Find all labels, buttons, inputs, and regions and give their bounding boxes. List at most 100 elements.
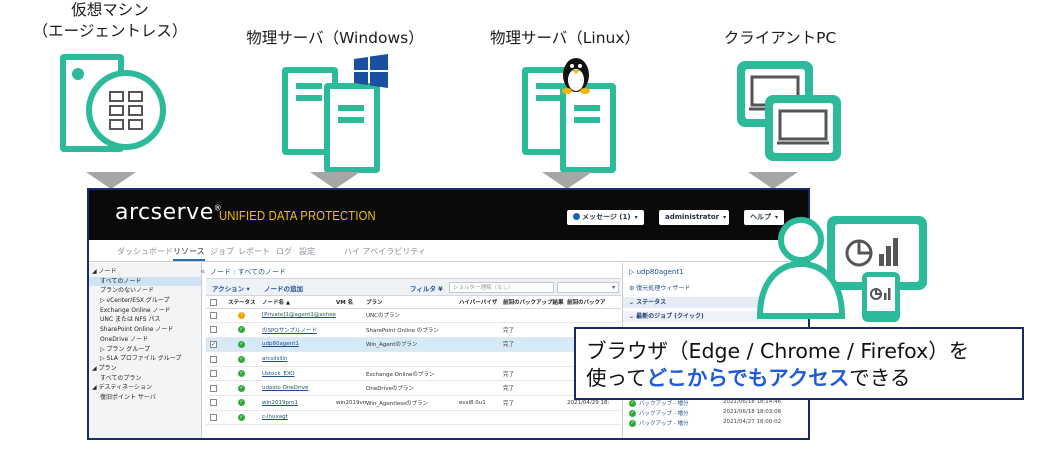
tree-item-unc-nfs[interactable]: UNC または NFS パス [89, 315, 201, 325]
collapse-icon[interactable]: « [200, 267, 206, 277]
node-link[interactable]: udp80agent1 [262, 341, 299, 347]
cell-vm-name [336, 322, 366, 338]
tab-reports[interactable]: レポート [238, 246, 270, 257]
console-header: arcserve® UNIFIED DATA PROTECTION メッセージ … [89, 190, 808, 240]
tree-item-exchange-online[interactable]: Exchange Online ノード [89, 306, 201, 316]
table-row[interactable]: ✓ ✓ udp80agent1 Win_Agentのプラン 完了 [206, 337, 621, 353]
cell-last-result: 完了 [503, 322, 567, 338]
cell-node-name[interactable]: [Private]1@agent1@ashee [262, 308, 336, 324]
cell-status: ✓ [228, 322, 262, 338]
tree-item-rps[interactable]: 復旧ポイント サーバ [89, 393, 201, 403]
tab-dashboard[interactable]: ダッシュボード [117, 246, 173, 257]
table-row[interactable]: ✓ Ustock_EXO Exchange Onlineのプラン 完了 [206, 366, 621, 382]
status-ok-icon: ✓ [629, 400, 636, 407]
tab-jobs[interactable]: ジョブ [210, 246, 234, 257]
tab-high-availability[interactable]: ハイ アベイラビリティ [344, 246, 426, 257]
node-link[interactable]: arcsilsilin [262, 356, 287, 362]
node-link[interactable]: のSPOサンプルノード [262, 328, 317, 334]
node-link[interactable]: [Private]1@agent1@ashee [262, 312, 336, 318]
row-checkbox[interactable] [210, 384, 217, 392]
cell-node-name[interactable]: c-inuxagt [262, 410, 336, 426]
column-header-hypervisor[interactable]: ハイパーバイザ [459, 297, 503, 309]
cell-vm-name [336, 410, 366, 426]
cell-node-name[interactable]: udosto OneDrive [262, 380, 336, 397]
recent-job-item[interactable]: ✓ バックアップ - 増分 [629, 399, 688, 407]
table-row[interactable]: ✓ arcsilsilin [206, 351, 621, 367]
table-row[interactable]: ✓ c-inuxagt [206, 410, 621, 426]
tree-item-vcenter-group[interactable]: ▷ vCenter/ESX グループ [89, 296, 201, 306]
table-row[interactable]: ! [Private]1@agent1@ashee UNCのプラン [206, 308, 621, 324]
table-row[interactable]: ✓ win2019pro1 win2019vm1Win_Agentlessのプランe… [206, 395, 621, 411]
cell-last-result: 完了 [503, 395, 567, 411]
column-header-vm-name[interactable]: VM 名 [336, 297, 366, 309]
tree-item-onedrive[interactable]: OneDrive ノード [89, 335, 201, 345]
row-checkbox[interactable] [210, 326, 217, 334]
table-row[interactable]: ✓ udosto OneDrive OneDriveのプラン 完了 [206, 380, 621, 397]
cell-checkbox[interactable] [206, 366, 228, 382]
cell-checkbox[interactable] [206, 351, 228, 367]
node-link[interactable]: Ustock_EXO [262, 371, 295, 377]
callout-line-2: 使ってどこからでもアクセスできる [586, 366, 911, 390]
column-header-status[interactable]: ステータス [228, 297, 262, 309]
row-checkbox[interactable] [210, 399, 217, 407]
cell-checkbox[interactable] [206, 410, 228, 426]
cell-checkbox[interactable] [206, 308, 228, 324]
cell-checkbox[interactable] [206, 322, 228, 338]
down-arrow-4 [748, 172, 798, 189]
column-header-node-name[interactable]: ノード名 ▲ [262, 297, 336, 309]
cell-node-name[interactable]: のSPOサンプルノード [262, 322, 336, 338]
tree-item-all-nodes[interactable]: すべてのノード [89, 276, 201, 287]
user-menu-button[interactable]: administrator ▾ [659, 210, 729, 225]
status-ok-icon: ✓ [238, 399, 245, 407]
add-node-button[interactable]: ノードの追加 [264, 283, 303, 293]
column-header-checkbox[interactable] [206, 297, 228, 309]
cell-plan: UNCのプラン [366, 308, 459, 324]
tab-resources[interactable]: リソース [173, 246, 205, 261]
tree-item-sla-group[interactable]: ▷ SLA プロファイル グループ [89, 354, 201, 364]
node-link[interactable]: c-inuxagt [262, 414, 288, 420]
device-linux-server: 物理サーバ（Linux） [465, 28, 665, 173]
node-link[interactable]: udosto OneDrive [262, 385, 308, 391]
cell-checkbox[interactable]: ✓ [206, 337, 228, 353]
cell-plan: SharePoint Online のプラン [366, 322, 459, 338]
messages-button[interactable]: メッセージ (1) ▾ [567, 210, 644, 225]
column-header-last-backup[interactable]: 前回のバックア [567, 297, 621, 309]
cell-node-name[interactable]: win2019pro1 [262, 395, 336, 411]
resource-tree: ◢ ノード すべてのノード プランのないノード ▷ vCenter/ESX グル… [89, 263, 202, 438]
cell-checkbox[interactable] [206, 380, 228, 397]
tree-item-destinations[interactable]: ◢ デスティネーション [89, 383, 201, 393]
main-nav-tabs: ダッシュボード リソース ジョブ レポート ログ 設定 ハイ アベイラビリティ [89, 240, 808, 262]
row-checkbox[interactable] [210, 355, 217, 363]
cell-vm-name [336, 351, 366, 367]
recent-job-item[interactable]: ✓ バックアップ - 増分 [629, 409, 688, 417]
tree-item-plan-group[interactable]: ▷ プラン グループ [89, 345, 201, 355]
browser-access-callout: ブラウザ（Edge / Chrome / Firefox）を 使ってどこからでも… [574, 327, 1024, 400]
action-menu[interactable]: アクション ▾ [212, 283, 250, 293]
row-checkbox[interactable]: ✓ [210, 340, 217, 348]
tab-logs[interactable]: ログ [276, 246, 292, 257]
row-checkbox[interactable] [210, 370, 217, 378]
recent-job-item[interactable]: ✓ バックアップ - 増分 [629, 419, 688, 427]
cell-node-name[interactable]: Ustock_EXO [262, 366, 336, 382]
row-checkbox[interactable] [210, 413, 217, 421]
restore-wizard-link[interactable]: ⚙ 復元処理ウィザード [629, 283, 690, 292]
column-header-plan[interactable]: プラン [366, 297, 459, 309]
filter-button[interactable]: フィルタ ¥ [410, 283, 443, 293]
tree-item-all-plans[interactable]: すべてのプラン [89, 374, 201, 384]
tree-item-nodes[interactable]: ◢ ノード [89, 267, 201, 277]
tree-item-sharepoint-online[interactable]: SharePoint Online ノード [89, 325, 201, 335]
cell-checkbox[interactable] [206, 395, 228, 411]
status-ok-icon: ✓ [629, 410, 636, 417]
node-grid-panel: ノード : すべてのノード アクション ▾ ノードの追加 フィルタ ¥ ショルタ… [206, 263, 621, 438]
tree-item-plans[interactable]: ◢ プラン [89, 364, 201, 374]
column-header-last-result[interactable]: 前回のバックアップ結果 [503, 297, 567, 309]
tree-item-nodes-without-plan[interactable]: プランのないノード [89, 286, 201, 296]
table-row[interactable]: ✓ のSPOサンプルノード SharePoint Online のプラン 完了 [206, 322, 621, 338]
cell-node-name[interactable]: arcsilsilin [262, 351, 336, 367]
filter-input[interactable]: ショルター理解（なし） [449, 282, 554, 293]
cell-node-name[interactable]: udp80agent1 [262, 337, 336, 353]
filter-dropdown[interactable]: ▾ [557, 282, 619, 293]
tab-settings[interactable]: 設定 [299, 246, 315, 257]
row-checkbox[interactable] [210, 311, 217, 319]
node-link[interactable]: win2019pro1 [262, 400, 298, 406]
